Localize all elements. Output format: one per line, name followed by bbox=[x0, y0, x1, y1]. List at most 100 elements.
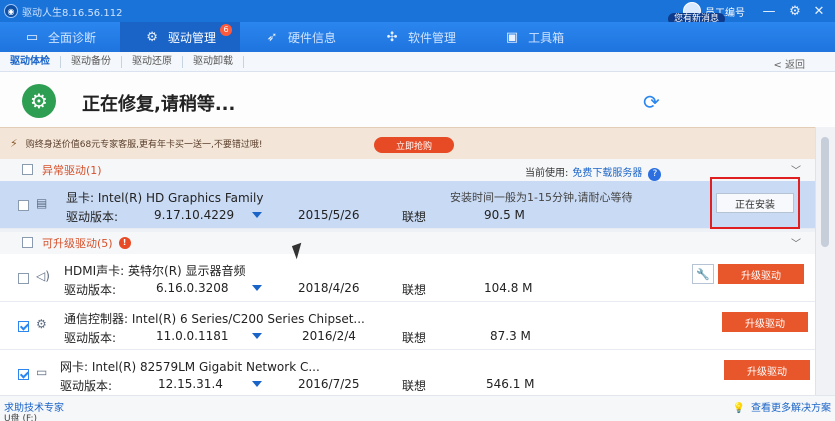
driver-date: 2018/4/26 bbox=[298, 281, 360, 295]
title-bar: ◉ 驱动人生8.16.56.112 员工编号 您有新消息 — ⚙ ✕ bbox=[0, 0, 835, 25]
refresh-icon[interactable]: ⟳ bbox=[643, 92, 667, 112]
version-dropdown-icon[interactable] bbox=[252, 381, 262, 387]
more-solutions-link[interactable]: 💡 查看更多解决方案 bbox=[733, 399, 831, 414]
graphics-card-icon: ▤ bbox=[36, 196, 48, 210]
install-note: 安装时间一般为1-15分钟,请耐心等待 bbox=[450, 191, 633, 204]
page-title: 正在修复,请稍等... bbox=[82, 94, 236, 115]
upgradable-drivers-header[interactable]: 可升级驱动(5) ! ﹀ bbox=[0, 232, 815, 254]
nav-diagnosis[interactable]: ▭ 全面诊断 bbox=[0, 22, 120, 52]
back-button[interactable]: < 返回 bbox=[773, 56, 805, 71]
driver-size: 546.1 M bbox=[486, 377, 535, 391]
help-icon[interactable]: ? bbox=[648, 168, 662, 181]
minimize-button[interactable]: — bbox=[757, 0, 781, 22]
promo-text: 购终身送价值68元专家客服,更有年卡买一送一,不要错过哦! bbox=[25, 140, 263, 150]
abnormal-drivers-header[interactable]: 异常驱动(1) 当前使用: 免费下载服务器? ﹀ bbox=[0, 159, 815, 181]
nav-label: 硬件信息 bbox=[288, 30, 337, 45]
server-selector[interactable]: 当前使用: 免费下载服务器? bbox=[525, 164, 662, 181]
driver-version: 9.17.10.4229 bbox=[154, 208, 235, 222]
lightbulb-icon: 💡 bbox=[732, 403, 745, 414]
driver-version: 12.15.31.4 bbox=[158, 377, 223, 391]
upgrade-driver-button[interactable]: 升级驱动 bbox=[724, 360, 810, 380]
driver-name: 网卡: Intel(R) 82579LM Gigabit Network C..… bbox=[60, 360, 320, 374]
gear-icon: ⚙ bbox=[146, 29, 158, 45]
notification-badge: 6 bbox=[220, 24, 233, 36]
nav-label: 全面诊断 bbox=[48, 30, 97, 45]
driver-vendor: 联想 bbox=[402, 283, 427, 297]
chevron-down-icon[interactable]: ﹀ bbox=[791, 235, 801, 250]
wrench-icon[interactable]: 🔧 bbox=[692, 264, 714, 284]
row-checkbox[interactable] bbox=[18, 200, 29, 211]
warning-badge: ! bbox=[118, 237, 131, 249]
tab-driver-restore[interactable]: 驱动还原 bbox=[122, 55, 183, 68]
close-button[interactable]: ✕ bbox=[807, 0, 831, 22]
row-checkbox[interactable] bbox=[18, 273, 29, 284]
nav-hardware-info[interactable]: ➶ 硬件信息 bbox=[240, 22, 360, 52]
nav-label: 软件管理 bbox=[408, 30, 457, 45]
scroll-thumb[interactable] bbox=[821, 137, 829, 247]
window-title: 驱动人生8.16.56.112 bbox=[22, 7, 123, 19]
speaker-icon: ◁) bbox=[36, 269, 50, 283]
app-logo-icon: ◉ bbox=[4, 4, 18, 18]
buy-now-button[interactable]: 立即抢购 bbox=[374, 137, 454, 153]
driver-version: 6.16.0.3208 bbox=[156, 281, 229, 295]
rocket-icon: ➶ bbox=[266, 29, 278, 45]
driver-vendor: 联想 bbox=[402, 379, 427, 393]
promo-banner: ⚡ 购终身送价值68元专家客服,更有年卡买一送一,不要错过哦! 立即抢购 bbox=[0, 127, 815, 159]
footer: 求助技术专家 U盘 (F:) 💡 查看更多解决方案 bbox=[0, 395, 835, 421]
driver-row-hdmi-audio[interactable]: ◁) HDMI声卡: 英特尔(R) 显示器音频 驱动版本: 6.16.0.320… bbox=[0, 254, 815, 302]
server-prefix: 当前使用: bbox=[525, 168, 569, 179]
repair-gear-icon: ⚙ bbox=[22, 84, 56, 118]
upgrade-driver-button[interactable]: 升级驱动 bbox=[722, 312, 808, 332]
version-label: 驱动版本: bbox=[60, 379, 113, 393]
driver-row-graphics[interactable]: ▤ 显卡: Intel(R) HD Graphics Family 驱动版本: … bbox=[0, 181, 815, 229]
version-label: 驱动版本: bbox=[64, 331, 117, 345]
scrollbar[interactable] bbox=[815, 127, 835, 395]
toolbox-icon: ▣ bbox=[505, 29, 519, 45]
driver-date: 2015/5/26 bbox=[298, 208, 360, 222]
tab-driver-backup[interactable]: 驱动备份 bbox=[61, 55, 122, 68]
sub-nav: 驱动体检 驱动备份 驱动还原 驱动卸载 < 返回 bbox=[0, 52, 835, 72]
version-dropdown-icon[interactable] bbox=[252, 333, 262, 339]
nav-label: 驱动管理 bbox=[168, 30, 217, 45]
driver-name: 显卡: Intel(R) HD Graphics Family bbox=[66, 191, 264, 205]
driver-vendor: 联想 bbox=[402, 210, 427, 224]
lightning-icon: ⚡ bbox=[10, 137, 18, 150]
abnormal-select-all-checkbox[interactable] bbox=[22, 164, 33, 175]
row-checkbox[interactable] bbox=[18, 369, 29, 380]
chip-icon: ⚙ bbox=[36, 317, 47, 331]
monitor-icon: ▭ bbox=[25, 29, 39, 45]
nav-software-management[interactable]: ✣ 软件管理 bbox=[360, 22, 480, 52]
version-dropdown-icon[interactable] bbox=[252, 212, 262, 218]
upgrade-driver-button[interactable]: 升级驱动 bbox=[718, 264, 804, 284]
section-label: 可升级驱动(5) bbox=[42, 237, 113, 250]
drive-label: U盘 (F:) bbox=[4, 414, 37, 421]
driver-size: 87.3 M bbox=[490, 329, 531, 343]
chevron-down-icon[interactable]: ﹀ bbox=[791, 162, 801, 177]
driver-name: 通信控制器: Intel(R) 6 Series/C200 Series Chi… bbox=[64, 312, 365, 326]
row-checkbox[interactable] bbox=[18, 321, 29, 332]
upgradable-select-all-checkbox[interactable] bbox=[22, 237, 33, 248]
server-name[interactable]: 免费下载服务器 bbox=[572, 168, 642, 179]
tab-driver-check[interactable]: 驱动体检 bbox=[0, 55, 61, 68]
apps-icon: ✣ bbox=[386, 29, 398, 45]
driver-date: 2016/2/4 bbox=[302, 329, 356, 343]
section-label: 异常驱动(1) bbox=[42, 164, 102, 177]
nav-toolbox[interactable]: ▣ 工具箱 bbox=[480, 22, 588, 52]
version-label: 驱动版本: bbox=[64, 283, 117, 297]
main-nav: ▭ 全面诊断 ⚙ 驱动管理 6 ➶ 硬件信息 ✣ 软件管理 ▣ 工具箱 bbox=[0, 22, 835, 52]
status-header: ⚙ 正在修复,请稍等... ⟳ bbox=[0, 72, 835, 127]
driver-date: 2016/7/25 bbox=[298, 377, 360, 391]
driver-row-comm-controller[interactable]: ⚙ 通信控制器: Intel(R) 6 Series/C200 Series C… bbox=[0, 302, 815, 350]
driver-size: 90.5 M bbox=[484, 208, 525, 222]
driver-size: 104.8 M bbox=[484, 281, 533, 295]
nav-driver-management[interactable]: ⚙ 驱动管理 6 bbox=[120, 22, 241, 52]
driver-row-network[interactable]: ▭ 网卡: Intel(R) 82579LM Gigabit Network C… bbox=[0, 350, 815, 398]
version-dropdown-icon[interactable] bbox=[252, 285, 262, 291]
driver-version: 11.0.0.1181 bbox=[156, 329, 229, 343]
network-card-icon: ▭ bbox=[36, 365, 48, 379]
version-label: 驱动版本: bbox=[66, 210, 119, 224]
settings-gear-icon[interactable]: ⚙ bbox=[783, 0, 807, 22]
nav-label: 工具箱 bbox=[528, 30, 565, 45]
driver-vendor: 联想 bbox=[402, 331, 427, 345]
tab-driver-uninstall[interactable]: 驱动卸载 bbox=[183, 55, 244, 68]
